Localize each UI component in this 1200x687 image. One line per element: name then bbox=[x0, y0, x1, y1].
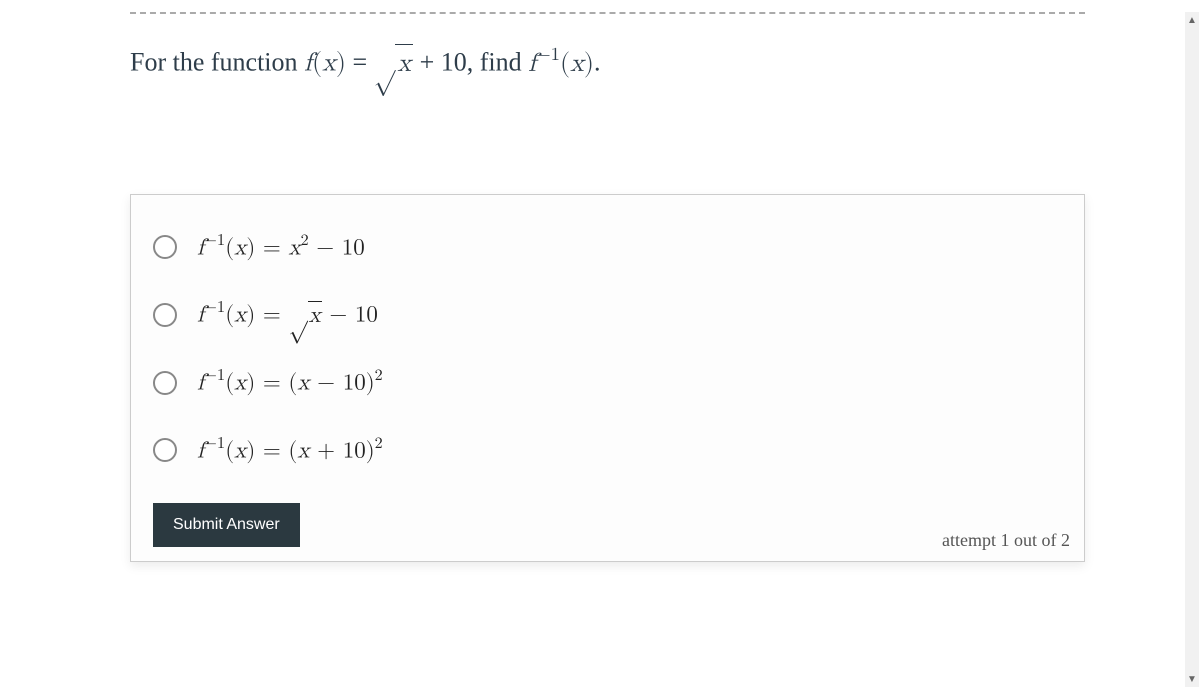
option-4: f−1(x) = (x + 10)2 bbox=[153, 436, 1062, 466]
equals: = bbox=[346, 48, 374, 77]
option-2-math: f−1(x) = √x − 10 bbox=[197, 300, 378, 330]
radio-option-4[interactable] bbox=[153, 438, 177, 462]
inv-fn-arg: x bbox=[570, 51, 584, 77]
scroll-track[interactable] bbox=[1185, 28, 1199, 671]
question-prompt: For the function f(x) = x + 10, find f−1… bbox=[130, 42, 1085, 84]
radio-option-2[interactable] bbox=[153, 303, 177, 327]
option-1-math: f−1(x) = x2 − 10 bbox=[197, 233, 365, 263]
fn-name: f bbox=[304, 51, 312, 77]
option-4-math: f−1(x) = (x + 10)2 bbox=[197, 436, 383, 466]
sqrt-arg: x bbox=[397, 51, 411, 77]
radio-option-1[interactable] bbox=[153, 235, 177, 259]
find-text: , find bbox=[467, 48, 528, 77]
question-prefix: For the function bbox=[130, 48, 304, 77]
inverse-exp: −1 bbox=[536, 45, 560, 64]
sqrt-icon bbox=[374, 51, 396, 77]
scroll-down-icon[interactable]: ▼ bbox=[1185, 671, 1199, 687]
inv-fn-name: f bbox=[528, 51, 536, 77]
scroll-up-icon[interactable]: ▲ bbox=[1185, 12, 1199, 28]
submit-button[interactable]: Submit Answer bbox=[153, 503, 300, 547]
plus-ten: + 10 bbox=[413, 48, 467, 77]
option-3: f−1(x) = (x − 10)2 bbox=[153, 368, 1062, 398]
option-3-math: f−1(x) = (x − 10)2 bbox=[197, 368, 383, 398]
attempt-counter: attempt 1 out of 2 bbox=[942, 530, 1070, 551]
period: . bbox=[594, 48, 601, 77]
option-1: f−1(x) = x2 − 10 bbox=[153, 233, 1062, 263]
answer-panel: f−1(x) = x2 − 10 f−1(x) = √x − 10 f−1(x)… bbox=[130, 194, 1085, 563]
scrollbar[interactable]: ▲ ▼ bbox=[1185, 12, 1199, 687]
section-divider bbox=[130, 12, 1085, 14]
option-2: f−1(x) = √x − 10 bbox=[153, 300, 1062, 330]
radio-option-3[interactable] bbox=[153, 371, 177, 395]
fn-arg: x bbox=[322, 51, 336, 77]
